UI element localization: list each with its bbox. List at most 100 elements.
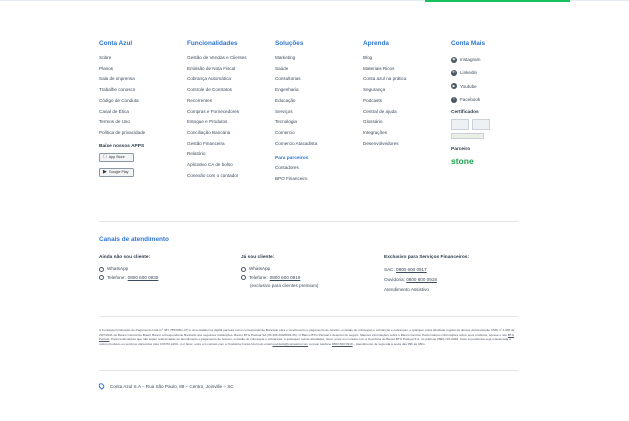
footer-link[interactable]: Comercio Atacadista [275, 139, 317, 150]
footer-link-sobre[interactable]: Sobre [99, 53, 145, 64]
footer-column-funcionalidades: Funcionalidades Gestão de Vendas e Clien… [187, 40, 247, 181]
column-title: Funcionalidades [187, 40, 238, 47]
footer-link-contadores[interactable]: Contadores [275, 163, 317, 174]
footer-link[interactable]: Estoque e Produtos [187, 117, 247, 128]
footer-column-conta-mais: Conta Mais ◉ Instagram in Linkedin ▶ You… [451, 40, 490, 166]
footer-link-trabalhe-conosco[interactable]: Trabalhe conosco [99, 85, 145, 96]
footer-link[interactable]: Engenharia [275, 85, 317, 96]
footer-link[interactable]: Segurança [363, 85, 406, 96]
footer-link[interactable]: Materiais Ricos [363, 64, 406, 75]
footer-link[interactable]: Compras e Fornecedores [187, 107, 247, 118]
address-text: Conta Azul S.A – Rua São Paulo, 89 – Cen… [110, 383, 234, 389]
legal-link-phone[interactable]: 0800 600 0918 [332, 342, 353, 346]
footer-link[interactable]: Relatório [187, 149, 247, 160]
facebook-icon: f [451, 96, 457, 103]
footer-link[interactable]: Gestão de Vendas e Clientes [187, 53, 247, 64]
footer-link[interactable]: Central de ajuda [363, 107, 406, 118]
sac-link[interactable]: 0800 600 0917 [396, 267, 427, 272]
social-link-facebook[interactable]: f Facebook [451, 93, 490, 106]
social-link-youtube[interactable]: ▶ Youtube [451, 80, 490, 93]
footer-link[interactable]: Consultorias [275, 74, 317, 85]
linkedin-icon: in [451, 69, 457, 76]
phone-icon [241, 275, 246, 281]
location-pin-icon [97, 382, 106, 390]
column-title: Conta Mais [451, 40, 486, 47]
footer-link[interactable]: Recorrentes [187, 96, 247, 107]
whatsapp-label: WhatsApp [107, 266, 129, 271]
footer-link-termos-de-uso[interactable]: Termos de Uso [99, 117, 145, 128]
company-address: Conta Azul S.A – Rua São Paulo, 89 – Cen… [97, 382, 234, 390]
footer-link[interactable]: Educação [275, 96, 317, 107]
footer-column-conta-azul: Conta Azul Sobre Planos Sala de imprensa… [99, 40, 145, 183]
footer-link[interactable]: Conexão com o contador [187, 171, 247, 182]
canais-title: Canais de atendimento [99, 236, 169, 243]
footer-link[interactable]: Gestão Financeira [187, 139, 247, 150]
ouvidoria-label: Ouvidoria: [384, 277, 405, 283]
legal-text: A Contaazul Instituição de Pagamento Ltd… [99, 328, 515, 337]
footer-link[interactable]: Aplicativo CA de bolso [187, 160, 247, 171]
footer-link[interactable]: Cobrança Automática [187, 74, 247, 85]
footer-link-canal-de-etica[interactable]: Canal de Ética [99, 107, 145, 118]
social-link-instagram[interactable]: ◉ Instagram [451, 53, 490, 66]
top-accent-bar [425, 0, 570, 2]
ouvidoria-link[interactable]: 0800 600 0918 [406, 277, 437, 282]
certificate-badge [472, 119, 490, 131]
social-link-linkedin[interactable]: in Linkedin [451, 66, 490, 79]
footer-link-bpo-financeiro[interactable]: BPO Financeiro [275, 174, 317, 185]
legal-link-email[interactable]: ouvidoria@contaazul.com [272, 342, 308, 346]
whatsapp-icon [99, 266, 104, 272]
app-store-badge[interactable]:  App Store [99, 152, 134, 162]
telefone-row: Telefone: 0800 600 0919 [241, 274, 318, 283]
phone-icon [99, 275, 104, 281]
apple-icon:  [103, 154, 107, 160]
divider [99, 370, 518, 371]
stone-logo[interactable]: stone [451, 156, 490, 166]
sac-label: SAC: [384, 267, 395, 272]
atendimento-note: Atendimento Assistivo [384, 287, 429, 293]
whatsapp-link[interactable]: WhatsApp [99, 265, 158, 274]
footer-link[interactable]: Saúde [275, 64, 317, 75]
legal-disclaimer: A Contaazul Instituição de Pagamento Ltd… [99, 328, 518, 346]
ouvidoria-row: Ouvidoria: 0800 600 0918 [384, 275, 469, 285]
social-label: Youtube [460, 83, 477, 89]
footer-link[interactable]: Conciliação Bancária [187, 128, 247, 139]
social-label: Facebook [460, 96, 481, 102]
google-play-badge[interactable]: ▶ Google Play [99, 167, 134, 177]
certificates-row [451, 119, 490, 131]
footer-link-planos[interactable]: Planos [99, 64, 145, 75]
certificate-badge [451, 119, 469, 131]
telefone-row: Telefone: 0800 600 0930 [99, 274, 158, 283]
certificate-badge [451, 133, 484, 140]
telefone-link[interactable]: 0800 600 0919 [270, 274, 301, 283]
canal-nao-cliente: Ainda não sou cliente: WhatsApp Telefone… [99, 255, 158, 282]
whatsapp-link[interactable]: WhatsApp [241, 265, 318, 274]
footer-link-politica-de-privacidade[interactable]: Política de privacidade [99, 128, 145, 139]
sac-row: SAC: 0800 600 0917 [384, 265, 469, 275]
google-play-label: Google Play [108, 170, 129, 175]
footer-link[interactable]: Integrações [363, 128, 406, 139]
divider [99, 221, 518, 222]
footer-link[interactable]: Comercio [275, 128, 317, 139]
footer-link[interactable]: Blog [363, 53, 406, 64]
app-store-label: App Store [105, 155, 125, 160]
footer-link[interactable]: Conta azul na prática [363, 74, 406, 85]
footer-link[interactable]: Serviços [275, 107, 317, 118]
footer-link[interactable]: Controle de Contratos [187, 85, 247, 96]
divider [99, 316, 518, 317]
whatsapp-icon [241, 266, 246, 272]
footer-column-aprenda: Aprenda Blog Materiais Ricos Conta azul … [363, 40, 406, 149]
legal-text: – Atendimento de segunda à sexta das 09h… [353, 341, 426, 346]
telefone-link[interactable]: 0800 600 0930 [128, 274, 159, 283]
canal-heading: Ainda não sou cliente: [99, 255, 151, 260]
footer-link[interactable]: Glossário [363, 117, 406, 128]
footer-link[interactable]: Emissão de Nota Fiscal [187, 64, 247, 75]
footer-link[interactable]: Marketing [275, 53, 317, 64]
footer-link[interactable]: Tecnologia [275, 117, 317, 128]
footer-link[interactable]: Podcasts [363, 96, 406, 107]
instagram-icon: ◉ [451, 56, 457, 63]
footer-link-codigo-de-conduta[interactable]: Código de Conduta [99, 96, 145, 107]
telefone-label: Telefone: [107, 274, 126, 280]
footer-link[interactable]: Desenvolvedores [363, 139, 406, 150]
social-label: Linkedin [460, 70, 478, 76]
footer-link-sala-de-imprensa[interactable]: Sala de imprensa [99, 74, 145, 85]
